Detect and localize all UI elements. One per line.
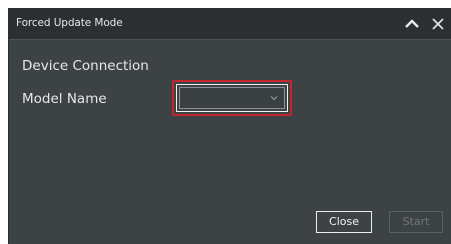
close-icon bbox=[432, 18, 444, 30]
forced-update-dialog: Forced Update Mode Device Connection Mod… bbox=[8, 8, 451, 244]
window-title: Forced Update Mode bbox=[16, 17, 123, 29]
model-name-label: Model Name bbox=[22, 91, 107, 107]
chevron-down-icon bbox=[270, 96, 278, 101]
collapse-button[interactable] bbox=[402, 14, 422, 34]
close-button[interactable]: Close bbox=[316, 211, 372, 233]
start-button[interactable]: Start bbox=[389, 211, 443, 233]
close-window-button[interactable] bbox=[428, 14, 448, 34]
title-bar: Forced Update Mode bbox=[9, 9, 451, 40]
model-name-select[interactable] bbox=[179, 87, 285, 109]
device-connection-label: Device Connection bbox=[22, 58, 149, 74]
chevron-up-icon bbox=[405, 19, 419, 28]
